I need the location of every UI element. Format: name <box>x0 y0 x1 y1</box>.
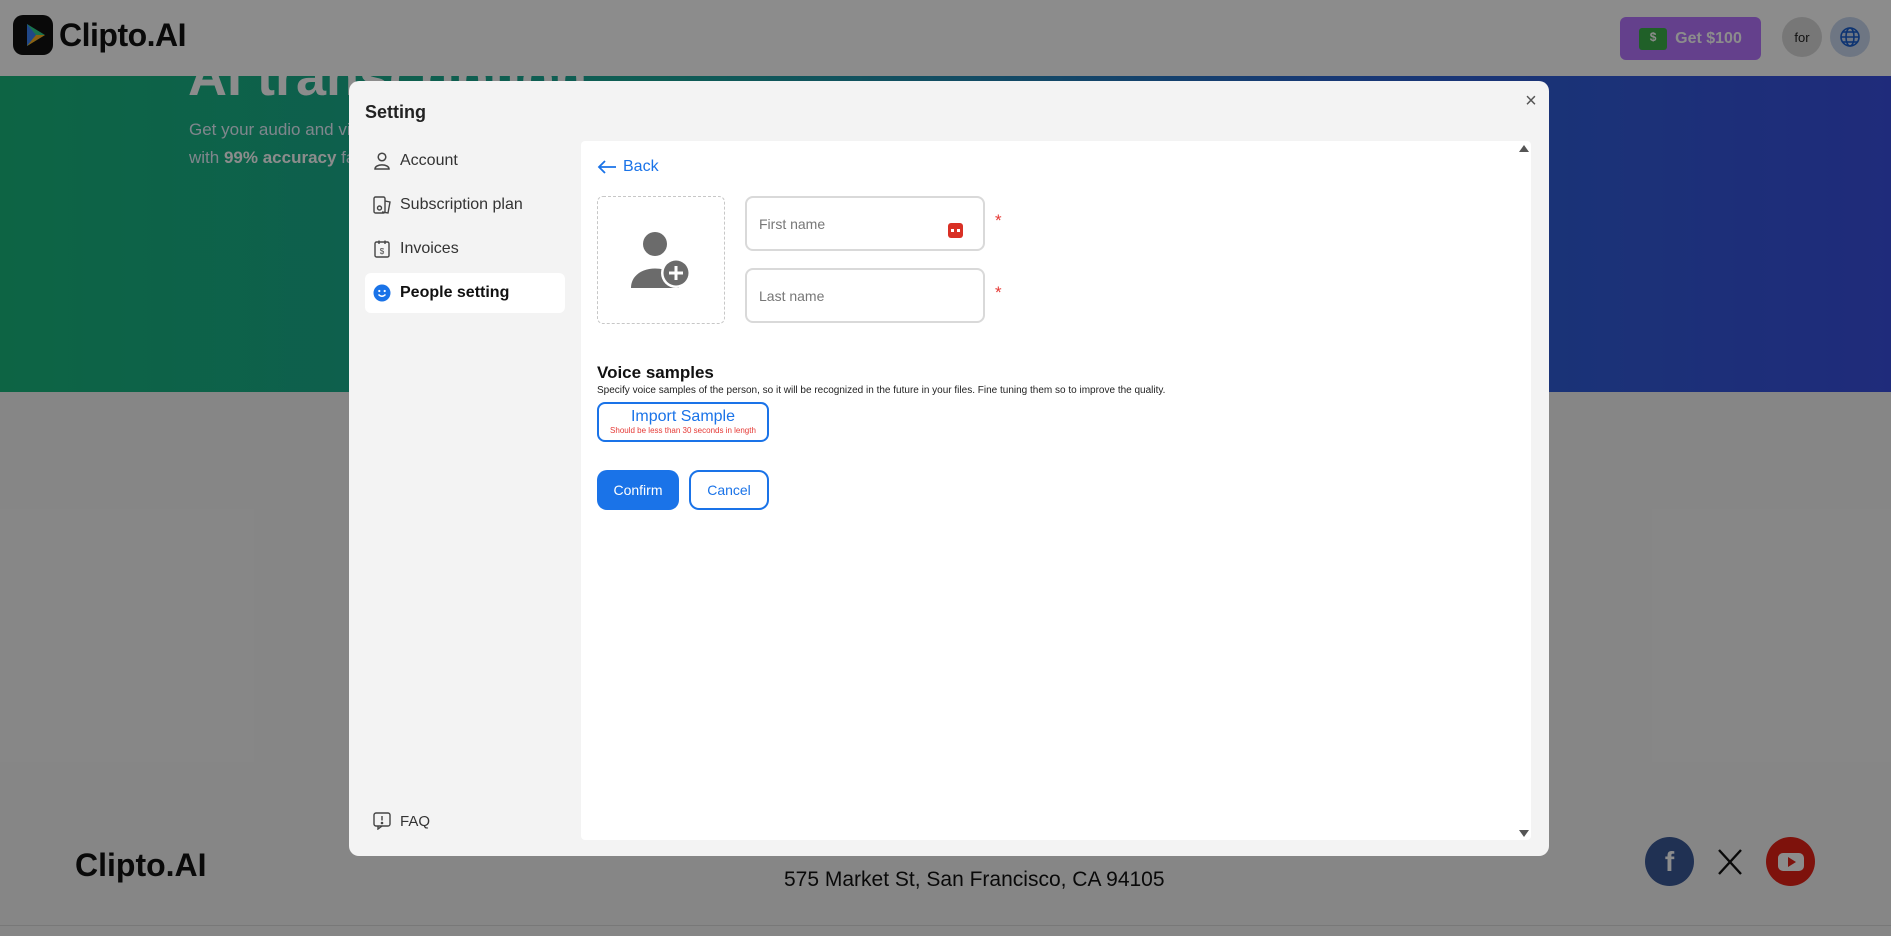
sidebar-item-subscription[interactable]: Subscription plan <box>365 185 565 225</box>
cancel-button[interactable]: Cancel <box>689 470 769 510</box>
sidebar-item-faq[interactable]: FAQ <box>365 801 565 841</box>
add-person-icon <box>631 232 691 288</box>
import-sample-label: Import Sample <box>630 408 736 425</box>
back-label: Back <box>623 158 659 175</box>
required-mark: * <box>995 211 1002 230</box>
invoice-icon: $ <box>373 240 391 258</box>
sidebar-item-label: Subscription plan <box>400 196 523 213</box>
first-name-input[interactable] <box>759 215 929 232</box>
sidebar-item-label: Invoices <box>400 240 459 257</box>
arrow-left-icon <box>597 160 616 174</box>
scroll-up-arrow[interactable] <box>1519 145 1529 152</box>
confirm-button[interactable]: Confirm <box>597 470 679 510</box>
avatar-upload[interactable] <box>597 196 725 324</box>
close-icon[interactable]: × <box>1521 91 1541 111</box>
sidebar-item-people-setting[interactable]: People setting <box>365 273 565 313</box>
smile-icon <box>373 284 391 302</box>
people-form-panel: Back * * Voice samples Specify voice sam… <box>581 141 1531 840</box>
required-mark: * <box>995 283 1002 302</box>
sidebar-item-invoices[interactable]: $ Invoices <box>365 229 565 269</box>
first-name-field[interactable] <box>745 196 985 251</box>
modal-title: Setting <box>365 102 426 122</box>
subscription-icon <box>373 196 391 214</box>
import-sample-button[interactable]: Import Sample Should be less than 30 sec… <box>597 402 769 442</box>
faq-label: FAQ <box>400 812 431 830</box>
import-sample-hint: Should be less than 30 seconds in length <box>610 426 756 435</box>
sidebar-item-account[interactable]: Account <box>365 141 565 181</box>
settings-modal: Setting × Account Subscription plan $ In… <box>349 81 1549 856</box>
sidebar-item-label: Account <box>400 152 458 169</box>
last-name-input[interactable] <box>759 287 929 304</box>
last-name-field[interactable] <box>745 268 985 323</box>
user-icon <box>373 152 391 170</box>
password-manager-icon[interactable] <box>948 223 963 238</box>
voice-samples-title: Voice samples <box>597 363 714 382</box>
scroll-down-arrow[interactable] <box>1519 830 1529 837</box>
faq-icon <box>373 812 391 830</box>
svg-text:$: $ <box>380 247 385 256</box>
sidebar-item-label: People setting <box>400 284 510 301</box>
back-link[interactable]: Back <box>597 158 659 176</box>
voice-samples-description: Specify voice samples of the person, so … <box>597 385 1166 396</box>
